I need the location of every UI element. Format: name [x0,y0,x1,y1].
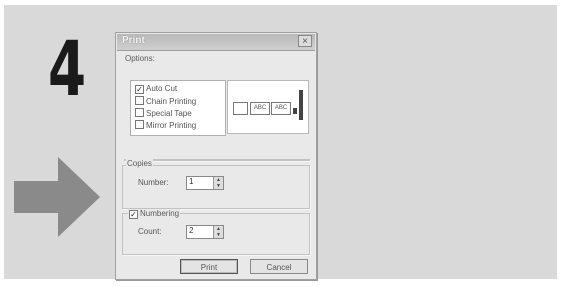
auto-cut-checkbox[interactable]: ✓ [135,85,144,94]
print-dialog: Print × Options: ✓ Auto Cut Chain Printin… [115,32,317,280]
count-label: Count: [138,227,162,236]
cancel-button[interactable]: Cancel [250,259,308,274]
mirror-printing-checkbox[interactable] [135,120,144,129]
print-button[interactable]: Print [180,259,238,274]
close-icon: × [302,36,308,47]
options-label: Options: [124,54,156,63]
count-value: 2 [189,226,194,235]
chain-printing-checkbox[interactable] [135,96,144,105]
copies-label: Copies [126,159,153,168]
tape-preview-label: ABC [250,102,270,115]
close-button[interactable]: × [298,35,312,47]
dialog-titlebar: Print × [117,34,315,51]
tape-preview-label: ABC [271,102,291,115]
tape-cassette-icon [293,90,303,120]
tape-preview: ABC ABC [227,80,309,134]
spin-arrows-icon[interactable]: ▲ ▼ [213,226,223,238]
option-chain-printing[interactable]: Chain Printing [135,96,196,106]
tape-preview-blank [233,102,248,115]
number-value: 1 [189,177,194,186]
option-special-tape[interactable]: Special Tape [135,108,192,118]
step-number: 4 [48,24,87,113]
option-auto-cut[interactable]: ✓ Auto Cut [135,84,177,94]
instruction-panel: 4 Print × Options: ✓ Auto Cut Chain Print… [4,5,557,280]
option-mirror-printing[interactable]: Mirror Printing [135,120,196,130]
numbering-option[interactable]: ✓ Numbering [128,209,181,219]
number-stepper[interactable]: 1 ▲ ▼ [186,176,224,190]
special-tape-checkbox[interactable] [135,108,144,117]
right-arrow-icon [14,157,100,237]
numbering-label: Numbering [140,209,180,218]
spin-arrows-icon[interactable]: ▲ ▼ [213,177,223,189]
numbering-checkbox[interactable]: ✓ [129,210,138,219]
dialog-title: Print [122,35,145,46]
count-stepper[interactable]: 2 ▲ ▼ [186,225,224,239]
number-label: Number: [138,178,169,187]
options-list: ✓ Auto Cut Chain Printing Special Tape Mi… [130,80,226,136]
